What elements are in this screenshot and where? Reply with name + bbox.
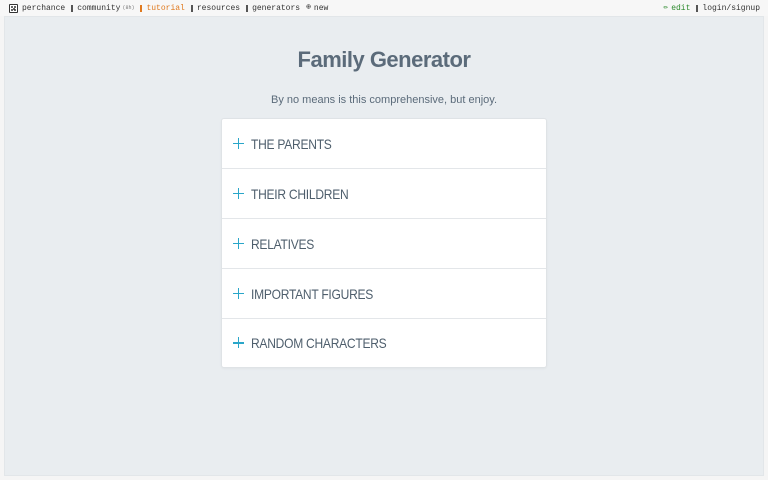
accordion-label: RELATIVES: [251, 235, 315, 252]
new-label: new: [313, 3, 329, 13]
accordion-item-random-characters[interactable]: RANDOM CHARACTERS: [222, 319, 546, 367]
edit-link[interactable]: ✏ edit: [663, 4, 690, 13]
pencil-icon: ✏: [663, 3, 669, 12]
plus-icon: [233, 337, 245, 349]
resources-label: resources: [196, 3, 241, 13]
tutorial-label: tutorial: [146, 3, 185, 13]
plus-icon: [233, 187, 245, 200]
plus-circle-icon: ⊕: [306, 3, 311, 12]
accordion-item-important-figures[interactable]: IMPORTANT FIGURES: [222, 269, 546, 319]
accordion-item-parents[interactable]: THE PARENTS: [222, 119, 546, 169]
folder-icon: [190, 4, 193, 12]
plus-icon: [233, 287, 245, 300]
community-count: (8h): [122, 5, 135, 11]
tutorial-link[interactable]: tutorial: [140, 3, 185, 13]
book-icon: [140, 4, 143, 12]
page-title: Family Generator: [297, 47, 471, 72]
plus-icon: [233, 137, 245, 150]
accordion-item-relatives[interactable]: RELATIVES: [222, 219, 546, 269]
login-link[interactable]: login/signup: [696, 4, 760, 13]
chat-icon: [71, 4, 74, 12]
list-icon: [246, 4, 249, 12]
brand-link[interactable]: perchance: [9, 3, 66, 13]
user-icon: [696, 4, 699, 12]
accordion-label: THE PARENTS: [251, 135, 332, 152]
page-subtitle: By no means is this comprehensive, but e…: [270, 94, 498, 106]
accordion-item-children[interactable]: THEIR CHILDREN: [222, 169, 546, 219]
accordion-label: IMPORTANT FIGURES: [251, 285, 374, 302]
dice-icon: [9, 3, 18, 13]
resources-link[interactable]: resources: [190, 3, 241, 13]
edit-label: edit: [671, 3, 691, 13]
top-nav-bar: perchance community (8h) tutorial resour…: [0, 0, 768, 16]
community-link[interactable]: community (8h): [71, 4, 134, 13]
accordion: THE PARENTS THEIR CHILDREN RELATIVES IMP…: [221, 118, 547, 368]
accordion-label: RANDOM CHARACTERS: [251, 335, 387, 351]
generators-label: generators: [252, 3, 301, 13]
new-link[interactable]: ⊕ new: [306, 4, 328, 13]
plus-icon: [233, 237, 245, 250]
accordion-label: THEIR CHILDREN: [251, 185, 349, 202]
login-label: login/signup: [702, 3, 760, 13]
brand-label: perchance: [22, 3, 66, 13]
community-label: community: [77, 3, 121, 13]
generators-link[interactable]: generators: [246, 4, 300, 13]
